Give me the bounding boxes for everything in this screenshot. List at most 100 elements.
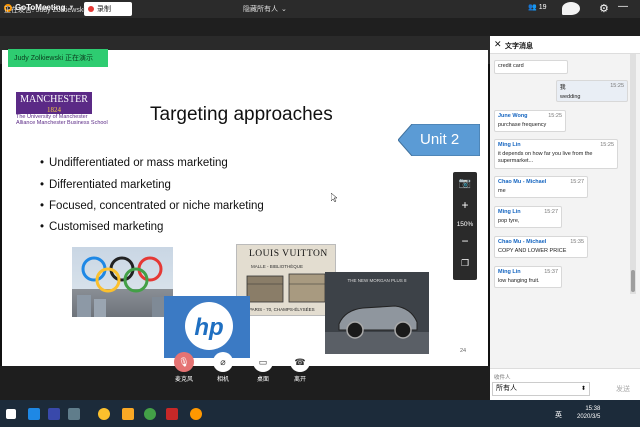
close-icon[interactable]: ✕	[494, 39, 502, 50]
presenting-badge: Judy Zolkiewski 正在演示	[8, 49, 108, 67]
screen-icon: ▭	[253, 352, 273, 372]
chat-message-text: wedding	[560, 94, 581, 100]
chat-sender: Ming Lin	[498, 269, 521, 275]
microphone-label: 麦克风	[174, 377, 193, 383]
bullet-item: • Customised marketing	[40, 221, 163, 233]
bullet-item: • Undifferentiated or mass marketing	[40, 157, 228, 169]
chat-title: 文字消息	[505, 43, 533, 50]
slide-page-number: 24	[460, 348, 467, 354]
chevron-down-icon: ⬍	[580, 386, 586, 392]
chat-scrollbar[interactable]	[630, 54, 636, 294]
logo-year: 1824	[47, 106, 61, 114]
chrome-icon[interactable]	[98, 408, 110, 420]
minimize-icon[interactable]: —	[618, 1, 628, 12]
morgan-caption: THE NEW MORGAN PLUS 8	[347, 278, 407, 283]
chat-message-text: it depends on how far you live from the …	[498, 151, 593, 164]
chat-toggle-icon[interactable]	[562, 2, 580, 15]
gotomeeting-taskbar-icon[interactable]	[190, 408, 202, 420]
chat-message: Chao Mu - Michael 15:35 COPY AND LOWER P…	[494, 236, 588, 258]
lv-subtitle: MALLE - BIBLIOTHÈQUE	[251, 264, 304, 269]
send-button[interactable]: 发送	[616, 384, 630, 394]
camera-snapshot-icon[interactable]: 📷	[453, 178, 477, 189]
zoom-out-button[interactable]: −	[453, 234, 477, 248]
chat-message-text: purchase frequency	[498, 122, 547, 128]
louis-vuitton-ad-image: LOUIS VUITTON MALLE - BIBLIOTHÈQUE PARIS…	[236, 244, 336, 316]
bullet-item: • Differentiated marketing	[40, 179, 171, 191]
lv-address: PARIS - 70, CHAMPS-ÉLYSÉES	[249, 307, 315, 312]
bullet-text: Focused, concentrated or niche marketing	[49, 200, 264, 212]
clock-time: 15:38	[585, 406, 601, 412]
windows-start-icon[interactable]	[6, 409, 16, 419]
slide-title: Targeting approaches	[150, 104, 333, 125]
chat-message: Chao Mu - Michael 15:27 me	[494, 176, 588, 198]
hp-logo-text: hp	[194, 314, 223, 341]
windows-taskbar	[0, 400, 640, 427]
chat-message-text: me	[498, 188, 506, 194]
camera-label: 相机	[216, 377, 229, 383]
folder-icon[interactable]	[122, 408, 134, 420]
chat-message-text: pop tyre,	[498, 218, 520, 224]
chat-time: 15:25	[610, 83, 624, 89]
lv-title: LOUIS VUITTON	[249, 249, 328, 259]
chat-message: Ming Lin 15:37 low hanging fruit.	[494, 266, 562, 288]
chat-time: 15:35	[570, 239, 584, 245]
bullet-dot-icon: •	[40, 179, 45, 191]
manchester-crest: MANCHESTER 1824	[16, 92, 92, 114]
screen-share-label: 桌面	[256, 377, 269, 383]
record-dot-icon	[88, 6, 94, 12]
attendee-count: 19	[538, 3, 547, 11]
chat-message: 我 15:25 wedding	[556, 80, 628, 102]
chat-message: Ming Lin 15:25 it depends on how far you…	[494, 139, 618, 169]
camera-button[interactable]: ⌀ 相机	[203, 352, 243, 383]
chat-time: 15:27	[544, 209, 558, 215]
ime-indicator[interactable]: 英	[555, 410, 562, 420]
chat-message-text: COPY AND LOWER PRICE	[498, 248, 567, 254]
chat-time: 15:25	[548, 113, 562, 119]
bullet-dot-icon: •	[40, 200, 45, 212]
leave-button[interactable]: ☎ 离开	[280, 352, 320, 383]
send-to-label: 收件人	[494, 375, 511, 381]
chat-message: Ming Lin 15:27 pop tyre,	[494, 206, 562, 228]
chat-message: credit card	[494, 60, 568, 74]
speaking-label: 正在发言: Judy Zolkiewski	[4, 7, 85, 14]
record-button[interactable]: 录制	[84, 2, 132, 16]
screen-share-button[interactable]: ▭ 桌面	[243, 352, 283, 383]
chat-message-text: credit card	[498, 63, 524, 69]
bullet-dot-icon: •	[40, 157, 45, 169]
gear-icon[interactable]: ⚙	[599, 2, 609, 15]
zoom-controls: 📷 + 150% − ❐	[453, 172, 477, 280]
recipient-value: 所有人	[496, 385, 517, 392]
chat-message-text: low hanging fruit.	[498, 278, 540, 284]
leave-label: 离开	[293, 377, 306, 383]
leave-icon: ☎	[290, 352, 310, 372]
chat-message: June Wong 15:25 purchase frequency	[494, 110, 566, 132]
outlook-icon[interactable]	[48, 408, 60, 420]
logo-text: MANCHESTER	[20, 94, 88, 105]
chat-sender: Chao Mu - Michael	[498, 239, 547, 245]
manchester-logo: MANCHESTER 1824 The University of Manche…	[16, 92, 108, 126]
morgan-car-image: THE NEW MORGAN PLUS 8	[325, 272, 429, 354]
recipient-select[interactable]: 所有人 ⬍	[492, 382, 590, 396]
bullet-text: Customised marketing	[49, 221, 164, 233]
microphone-button[interactable]: 🎙 麦克风	[164, 352, 204, 383]
olympic-rings-image	[72, 247, 173, 317]
wechat-icon[interactable]	[144, 408, 156, 420]
logo-school: Alliance Manchester Business School	[16, 120, 108, 126]
taskbar-clock[interactable]: 15:38 2020/3/5	[577, 405, 600, 421]
zoom-in-button[interactable]: +	[453, 198, 477, 212]
pdf-icon[interactable]	[166, 408, 178, 420]
hp-logo-image: hp	[164, 296, 250, 358]
attendees-button[interactable]: 👥 19	[528, 3, 547, 12]
presenter-strip	[0, 18, 490, 36]
chat-scrollbar-thumb[interactable]	[631, 270, 635, 292]
chat-time: 15:37	[544, 269, 558, 275]
fit-screen-icon[interactable]: ❐	[453, 258, 477, 269]
word-icon[interactable]	[28, 408, 40, 420]
chat-time: 15:25	[600, 142, 614, 148]
chevron-down-icon: ⌄	[281, 6, 287, 13]
record-label: 录制	[97, 6, 111, 13]
hide-all-button[interactable]: 隐藏所有人 ⌄	[243, 4, 287, 14]
mic-muted-icon: 🎙	[174, 352, 194, 372]
explorer-icon[interactable]	[68, 408, 80, 420]
mouse-cursor-icon	[331, 193, 337, 202]
